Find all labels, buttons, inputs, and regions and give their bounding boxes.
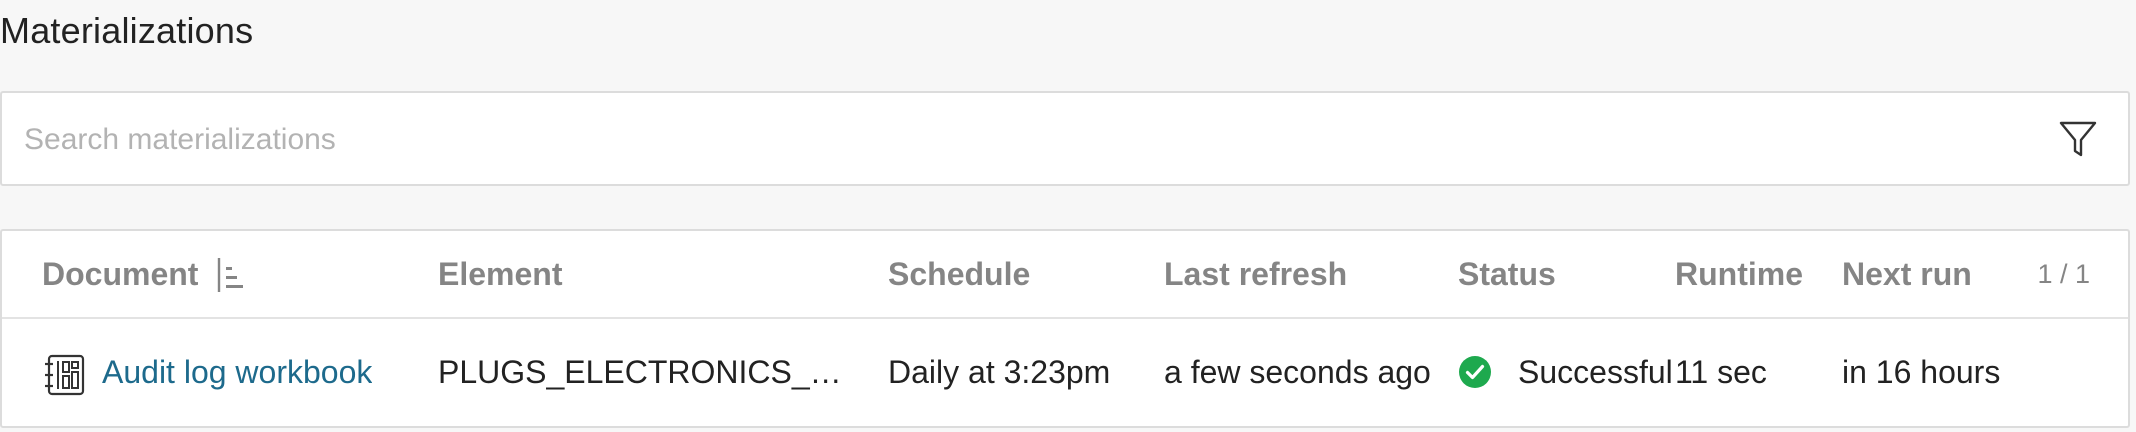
- column-header-element[interactable]: Element: [438, 231, 562, 317]
- search-bar: [0, 91, 2130, 186]
- document-link[interactable]: Audit log workbook: [102, 319, 372, 426]
- runtime-cell: 11 sec: [1675, 354, 1767, 390]
- element-cell: PLUGS_ELECTRONICS_HA…: [438, 354, 858, 390]
- column-header-status[interactable]: Status: [1458, 231, 1556, 317]
- check-circle-icon: [1459, 356, 1491, 388]
- column-header-schedule[interactable]: Schedule: [888, 231, 1030, 317]
- schedule-cell: Daily at 3:23pm: [888, 354, 1111, 390]
- last-refresh-cell: a few seconds ago: [1164, 354, 1431, 390]
- sort-icon[interactable]: [217, 257, 247, 293]
- table-header: Document Element Schedule Last refresh S…: [2, 231, 2128, 319]
- column-header-next-run[interactable]: Next run: [1842, 231, 1972, 317]
- search-input[interactable]: [22, 93, 2006, 186]
- materializations-page: Materializations Document Element Schedu…: [0, 0, 2136, 432]
- pagination-indicator: 1 / 1: [2037, 259, 2090, 289]
- filter-icon[interactable]: [2056, 117, 2100, 161]
- column-header-runtime[interactable]: Runtime: [1675, 231, 1803, 317]
- column-header-document[interactable]: Document: [42, 231, 198, 317]
- table-row[interactable]: Audit log workbook PLUGS_ELECTRONICS_HA……: [2, 319, 2128, 426]
- page-title: Materializations: [0, 10, 254, 51]
- materializations-table: Document Element Schedule Last refresh S…: [0, 229, 2130, 428]
- status-cell: Successful: [1518, 354, 1673, 390]
- workbook-icon: [45, 354, 85, 396]
- column-header-last-refresh[interactable]: Last refresh: [1164, 231, 1347, 317]
- next-run-cell: in 16 hours: [1842, 354, 2001, 390]
